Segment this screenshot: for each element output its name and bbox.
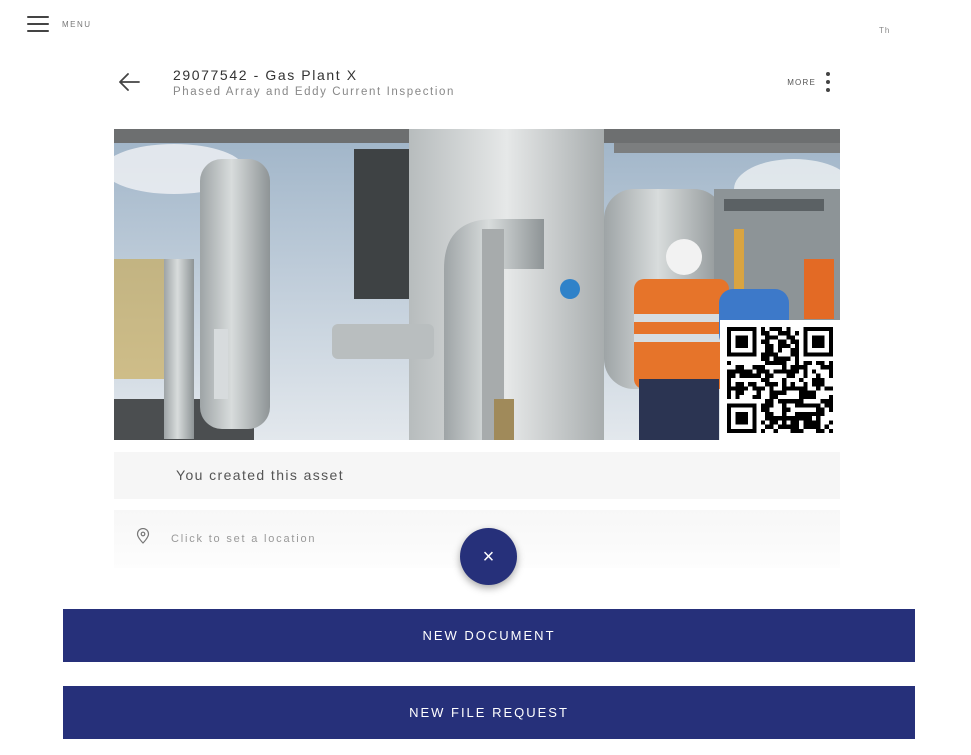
asset-title: 29077542 - Gas Plant X xyxy=(173,67,358,83)
arrow-left-icon[interactable] xyxy=(118,72,140,92)
asset-header: 29077542 - Gas Plant X Phased Array and … xyxy=(114,62,840,106)
new-file-request-button[interactable]: NEW FILE REQUEST xyxy=(63,686,915,739)
menu-label: MENU xyxy=(62,19,92,29)
more-button[interactable]: MORE xyxy=(787,72,830,92)
qr-code-matrix xyxy=(727,327,833,433)
new-file-request-label: NEW FILE REQUEST xyxy=(409,705,569,720)
asset-created-text: You created this asset xyxy=(176,467,345,483)
set-location-text: Click to set a location xyxy=(171,533,317,545)
close-fab-button[interactable]: × xyxy=(460,528,517,585)
map-pin-icon xyxy=(136,528,150,544)
asset-qr-code xyxy=(720,320,840,440)
menu-button[interactable]: MENU xyxy=(27,16,92,32)
more-label: MORE xyxy=(787,77,816,87)
top-right-label: Th xyxy=(879,26,891,35)
close-icon: × xyxy=(482,545,495,568)
new-document-label: NEW DOCUMENT xyxy=(422,628,556,643)
asset-created-panel: You created this asset xyxy=(114,452,840,499)
hamburger-icon xyxy=(27,16,49,32)
qr-modules xyxy=(727,327,833,433)
asset-subtitle: Phased Array and Eddy Current Inspection xyxy=(173,86,455,98)
new-document-button[interactable]: NEW DOCUMENT xyxy=(63,609,915,662)
more-vertical-icon xyxy=(826,72,830,92)
